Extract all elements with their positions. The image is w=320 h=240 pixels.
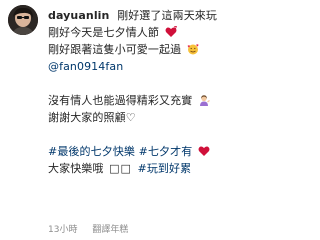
caption-line-5: 沒有情人也能過得精彩又充實 xyxy=(48,92,285,109)
caption-text: 剛好選了這兩天來玩 xyxy=(117,9,218,22)
caption-text: 沒有情人也能過得精彩又充實 xyxy=(48,94,193,107)
smiling-face-hearts-emoji xyxy=(187,43,199,55)
hashtag-link[interactable]: #七夕才有 xyxy=(139,145,193,158)
caption-text: 剛好今天是七夕情人節 xyxy=(48,26,159,39)
caption-line-8: 大家快樂哦 □□ #玩到好累 xyxy=(48,160,285,177)
caption-line-3: 剛好跟著這隻小可愛一起過 xyxy=(48,41,285,58)
red-heart-emoji xyxy=(198,145,210,157)
mention-link[interactable]: @fan0914fan xyxy=(48,60,123,73)
unrendered-glyphs: □□ xyxy=(109,162,132,175)
heart-emoji xyxy=(165,25,177,38)
timestamp: 13小時 xyxy=(48,225,78,235)
post-meta: 13小時 翻譯年糕 xyxy=(48,222,140,235)
caption-line-2: 剛好今天是七夕情人節 xyxy=(48,24,285,41)
caption: dayuanlin 剛好選了這兩天來玩 剛好今天是七夕情人節 剛好跟著這隻小可愛… xyxy=(48,7,285,177)
caption-text: 剛好跟著這隻小可愛一起過 xyxy=(48,43,182,56)
caption-line-7: #最後的七夕快樂 #七夕才有 xyxy=(48,143,285,160)
caption-line-6: 謝謝大家的照顧♡ xyxy=(48,109,285,126)
caption-text: 大家快樂哦 xyxy=(48,162,104,175)
translate-link[interactable]: 翻譯年糕 xyxy=(92,225,128,235)
caption-text: 謝謝大家的照顧♡ xyxy=(48,111,136,124)
avatar[interactable] xyxy=(8,5,38,35)
caption-line-1: dayuanlin 剛好選了這兩天來玩 xyxy=(48,7,285,24)
username[interactable]: dayuanlin xyxy=(48,9,110,22)
hashtag-link[interactable]: #玩到好累 xyxy=(138,162,192,175)
person-tipping-hand-emoji xyxy=(198,94,210,106)
caption-line-4: @fan0914fan xyxy=(48,58,285,75)
hashtag-link[interactable]: #最後的七夕快樂 xyxy=(48,145,135,158)
